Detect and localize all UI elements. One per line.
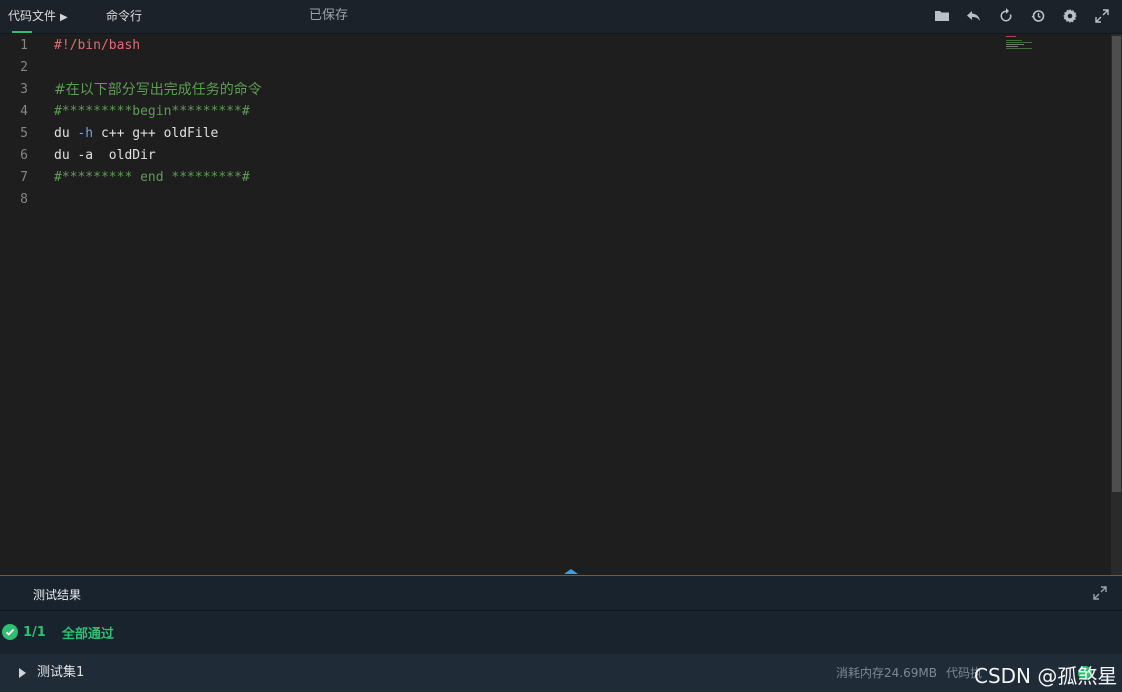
result-message: 全部通过 <box>61 626 114 642</box>
code-line[interactable]: #*********begin*********# <box>54 101 250 123</box>
code-args: oldDir <box>100 148 156 163</box>
panel-expand-button[interactable] <box>1092 585 1108 601</box>
folder-icon <box>935 11 949 21</box>
settings-button[interactable] <box>1060 6 1080 26</box>
save-status: 已保存 <box>309 8 349 23</box>
top-toolbar: 代码文件 ▶ 命令行 已保存 <box>0 0 1122 34</box>
scrollbar-thumb[interactable] <box>1112 36 1121 492</box>
code-line[interactable]: du -a oldDir <box>54 145 156 167</box>
refresh-button[interactable] <box>996 6 1016 26</box>
test-results-panel: 测试结果 1/1 全部通过 测试集1 消耗内存24.69MB 代码执 <box>0 576 1122 692</box>
tab-command-line-label: 命令行 <box>106 9 143 23</box>
active-tab-indicator <box>12 31 32 33</box>
minimap[interactable] <box>1006 36 1036 50</box>
line-number: 8 <box>20 192 28 207</box>
code-args: c++ g++ oldFile <box>100 126 219 141</box>
tab-command-line[interactable]: 命令行 <box>106 0 142 34</box>
code-line[interactable]: #********* end *********# <box>54 167 250 189</box>
folder-button[interactable] <box>932 6 952 26</box>
refresh-icon <box>1000 8 1012 22</box>
code-editor[interactable]: 1 2 3 4 5 6 7 8 #!/bin/bash #在以下部分写出完成任务… <box>0 34 1122 575</box>
code-line[interactable]: #在以下部分写出完成任务的命令 <box>54 79 262 101</box>
check-circle-icon <box>2 624 18 640</box>
code-command: du <box>54 148 70 163</box>
code-line[interactable]: #!/bin/bash <box>54 35 140 57</box>
fullscreen-button[interactable] <box>1092 6 1112 26</box>
history-button[interactable] <box>1028 6 1048 26</box>
code-flag: -a <box>77 148 94 163</box>
gear-icon <box>1063 9 1077 23</box>
panel-header: 测试结果 <box>0 576 1122 611</box>
line-number: 4 <box>20 104 28 119</box>
line-number: 2 <box>20 60 28 75</box>
editor-scrollbar[interactable] <box>1111 34 1122 575</box>
memory-usage: 消耗内存24.69MB <box>836 666 937 680</box>
history-icon <box>1031 10 1045 22</box>
tab-test-results[interactable]: 测试结果 <box>33 576 81 614</box>
line-number-gutter: 1 2 3 4 5 6 7 8 <box>0 34 44 575</box>
tab-code-files[interactable]: 代码文件 ▶ <box>8 0 68 34</box>
line-number: 5 <box>20 126 28 141</box>
tab-code-files-label: 代码文件 <box>8 9 57 23</box>
result-summary: 1/1 全部通过 <box>2 622 114 642</box>
code-command: du <box>54 126 70 141</box>
caret-right-icon: ▶ <box>60 12 68 23</box>
line-number: 3 <box>20 82 28 97</box>
caret-right-icon[interactable] <box>19 668 26 678</box>
watermark: CSDN @孤煞星 <box>974 664 1118 688</box>
code-line[interactable]: du -h c++ g++ oldFile <box>54 123 218 145</box>
fullscreen-icon <box>1095 9 1109 23</box>
line-number: 6 <box>20 148 28 163</box>
undo-button[interactable] <box>964 6 984 26</box>
fullscreen-icon <box>1093 586 1107 600</box>
code-flag: -h <box>77 126 94 141</box>
line-number: 1 <box>20 38 28 53</box>
toolbar-actions <box>932 0 1112 32</box>
line-number: 7 <box>20 170 28 185</box>
undo-icon <box>967 11 980 21</box>
test-set-row[interactable]: 测试集1 消耗内存24.69MB 代码执 <box>0 654 1122 692</box>
result-count: 1/1 <box>23 624 46 640</box>
test-set-name: 测试集1 <box>37 665 85 680</box>
